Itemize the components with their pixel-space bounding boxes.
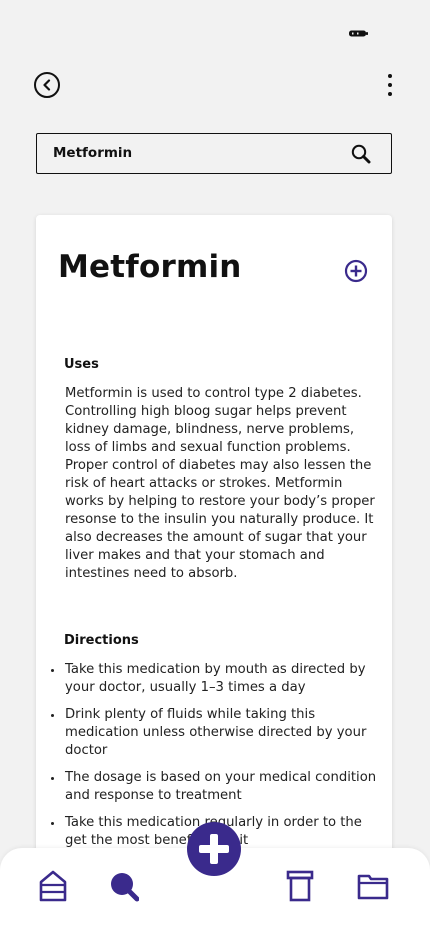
back-button[interactable] — [34, 72, 60, 98]
chevron-left-circle-icon — [43, 79, 51, 91]
more-options-button[interactable] — [383, 74, 397, 96]
battery-icon — [349, 30, 368, 37]
direction-item: Take this medication by mouth as directe… — [50, 661, 380, 697]
direction-item: The dosage is based on your medical cond… — [50, 769, 380, 805]
menu-dot — [388, 83, 392, 87]
home-icon[interactable] — [38, 870, 68, 902]
directions-heading: Directions — [64, 633, 139, 648]
uses-text: Metformin is used to control type 2 diab… — [65, 386, 375, 581]
add-circle-icon[interactable] — [187, 822, 241, 876]
folder-icon[interactable] — [357, 870, 389, 902]
uses-heading: Uses — [64, 357, 99, 372]
search-icon[interactable] — [351, 144, 371, 164]
medication-title: Metformin — [58, 249, 242, 285]
add-medication-button[interactable] — [344, 259, 368, 283]
medication-card: Metformin Uses Metformin is used to cont… — [36, 215, 392, 915]
search-icon[interactable] — [109, 870, 139, 902]
more-vertical-icon — [388, 74, 392, 78]
direction-item: Drink plenty of fluids while taking this… — [50, 706, 380, 760]
app-screen: Metformin Uses Metformin is used to cont… — [0, 0, 430, 932]
search-bar — [36, 133, 392, 174]
pill-bottle-icon[interactable] — [285, 870, 315, 902]
menu-dot — [388, 92, 392, 96]
search-input[interactable] — [53, 134, 333, 172]
